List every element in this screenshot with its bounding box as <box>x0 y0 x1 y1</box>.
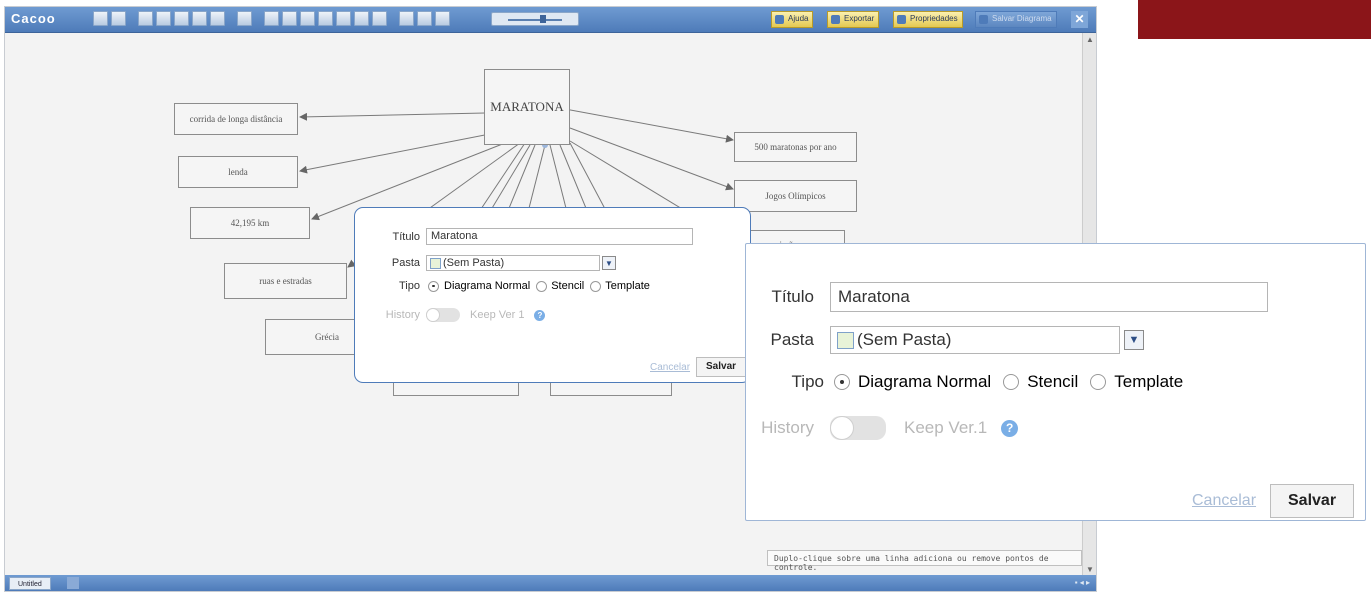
shape-icon[interactable] <box>237 11 252 26</box>
type-label: Tipo <box>791 372 824 391</box>
redo-icon[interactable] <box>111 11 126 26</box>
folder-icon <box>837 331 854 349</box>
save-button[interactable]: Salvar <box>1270 484 1355 518</box>
radio-stencil[interactable] <box>536 280 548 292</box>
pencil-icon[interactable] <box>354 11 369 26</box>
node-item[interactable]: 500 maratonas por ano <box>734 132 857 162</box>
brand-banner <box>1138 0 1371 39</box>
title-input[interactable]: Maratona <box>426 228 693 245</box>
cancel-link[interactable]: Cancelar <box>650 362 690 373</box>
properties-button[interactable]: Propriedades <box>893 11 963 28</box>
help-icon <box>775 15 784 24</box>
save-diagram-button[interactable]: Salvar Diagrama <box>975 11 1057 28</box>
chevron-down-icon[interactable]: ▼ <box>602 256 616 270</box>
radio-template[interactable] <box>590 280 602 292</box>
cancel-link[interactable]: Cancelar <box>1192 492 1256 510</box>
zoom-track <box>508 19 562 21</box>
group-icon[interactable] <box>399 11 414 26</box>
title-label: Título <box>771 287 814 306</box>
help-icon[interactable]: ? <box>534 309 546 321</box>
chevron-down-icon[interactable]: ▼ <box>1124 330 1144 350</box>
radio-stencil[interactable] <box>1003 374 1020 390</box>
page-tab[interactable]: Untitled <box>9 577 51 590</box>
scroll-up-icon[interactable]: ▲ <box>1086 35 1094 44</box>
note-icon[interactable] <box>372 11 387 26</box>
scroll-down-icon[interactable]: ▼ <box>1086 565 1094 574</box>
properties-icon <box>897 15 906 24</box>
node-item[interactable]: ruas e estradas <box>224 263 347 299</box>
new-page-icon[interactable] <box>138 11 153 26</box>
copy-icon[interactable] <box>156 11 171 26</box>
help-button[interactable]: Ajuda <box>771 11 814 28</box>
add-tab-icon[interactable] <box>67 577 79 589</box>
save-button[interactable]: Salvar <box>696 357 747 377</box>
save-dialog-small: Título Maratona Pasta (Sem Pasta) ▼ Tipo… <box>354 207 751 383</box>
history-toggle[interactable] <box>426 308 460 322</box>
zoom-knob[interactable] <box>540 15 546 23</box>
save-icon <box>979 15 988 24</box>
folder-label: Pasta <box>391 257 420 269</box>
folder-select[interactable]: (Sem Pasta) <box>426 255 600 271</box>
close-editor-button[interactable]: ✕ <box>1071 11 1088 28</box>
folder-label: Pasta <box>770 330 814 349</box>
title-label: Título <box>392 230 420 243</box>
history-toggle[interactable] <box>830 416 886 440</box>
statusbar-tools: ▪ ◂ ▸ <box>1074 578 1090 587</box>
node-item[interactable]: Jogos Olímpicos <box>734 180 857 212</box>
folder-icon <box>430 257 441 269</box>
toolbar-icon-group <box>93 11 450 28</box>
radio-template-label: Template <box>605 280 650 292</box>
export-icon <box>831 15 840 24</box>
cut-icon[interactable] <box>174 11 189 26</box>
radio-stencil-label: Stencil <box>1027 372 1079 391</box>
radio-normal-label: Diagrama Normal <box>858 372 992 391</box>
export-button[interactable]: Exportar <box>827 11 880 28</box>
text-icon[interactable] <box>264 11 279 26</box>
border-icon[interactable] <box>336 11 351 26</box>
image-icon[interactable] <box>210 11 225 26</box>
history-label: History <box>385 309 420 321</box>
type-label: Tipo <box>399 280 420 292</box>
align-icon[interactable] <box>417 11 432 26</box>
radio-normal[interactable] <box>428 280 439 292</box>
grid-icon[interactable] <box>435 11 450 26</box>
undo-icon[interactable] <box>93 11 108 26</box>
radio-normal-label: Diagrama Normal <box>444 280 531 292</box>
radio-template-label: Template <box>1114 372 1184 391</box>
fill-icon[interactable] <box>318 11 333 26</box>
radio-stencil-label: Stencil <box>551 280 585 292</box>
title-input[interactable]: Maratona <box>830 282 1268 312</box>
status-bar: Untitled ▪ ◂ ▸ <box>5 575 1096 591</box>
connector-icon[interactable] <box>300 11 315 26</box>
history-label: History <box>761 418 814 437</box>
keep-version-label: Keep Ver.1 <box>904 418 988 437</box>
hint-text: Duplo-clique sobre uma linha adiciona ou… <box>767 550 1082 572</box>
zoom-slider[interactable] <box>491 12 579 26</box>
folder-select[interactable]: (Sem Pasta) <box>830 326 1120 354</box>
keep-version-label: Keep Ver 1 <box>470 309 525 321</box>
radio-normal[interactable] <box>834 374 850 390</box>
paste-icon[interactable] <box>192 11 207 26</box>
node-item[interactable]: corrida de longa distância <box>174 103 298 135</box>
help-icon[interactable]: ? <box>1001 419 1019 437</box>
line-icon[interactable] <box>282 11 297 26</box>
toolbar: Cacoo Ajuda Exportar Propriedades Salvar… <box>5 7 1096 33</box>
node-item[interactable]: 42,195 km <box>190 207 310 239</box>
save-dialog-zoomed: Título Maratona Pasta (Sem Pasta) ▼ Tipo… <box>745 243 1366 521</box>
app-logo: Cacoo <box>11 11 56 26</box>
node-center[interactable]: MARATONA <box>484 69 570 145</box>
node-item[interactable]: lenda <box>178 156 298 188</box>
radio-template[interactable] <box>1090 374 1107 390</box>
